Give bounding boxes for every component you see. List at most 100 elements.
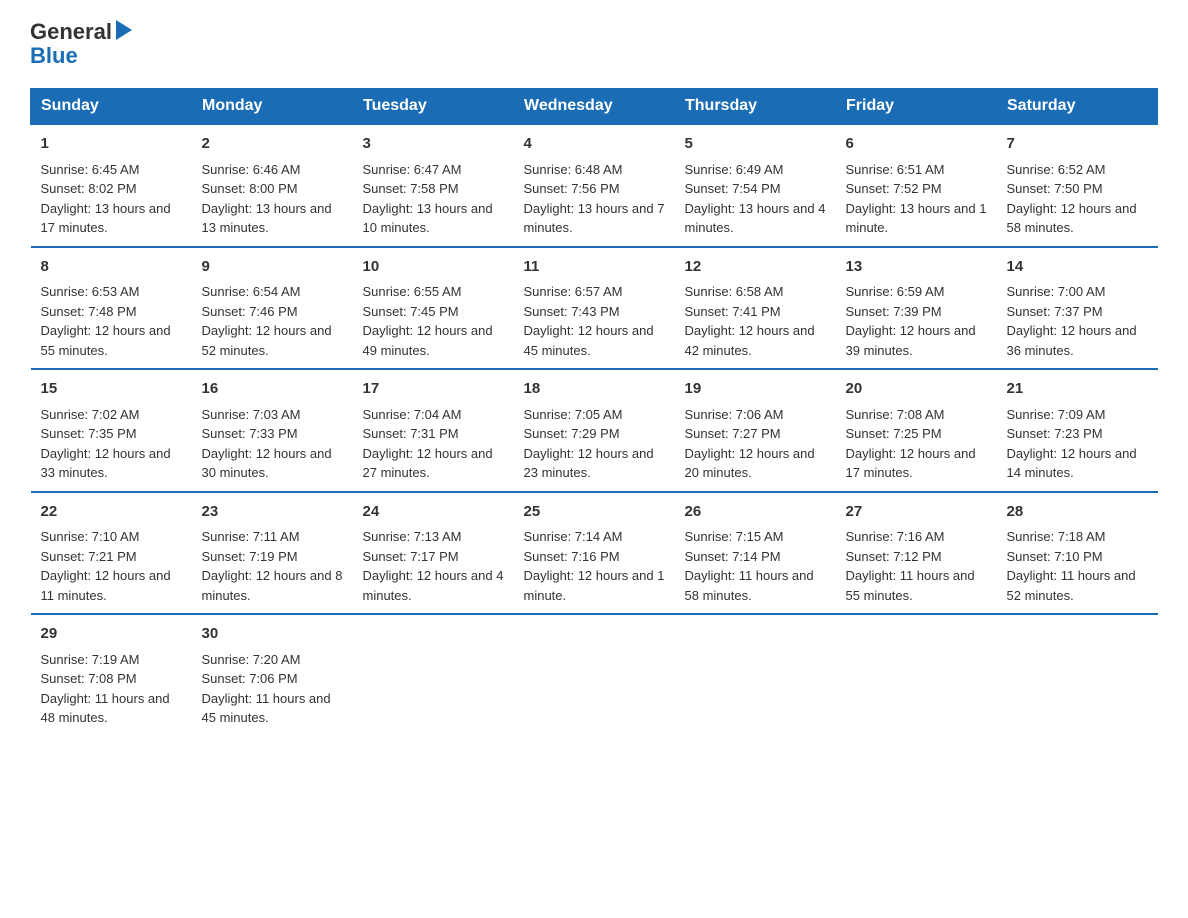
day-info: Sunrise: 6:58 AMSunset: 7:41 PMDaylight:… (685, 282, 826, 360)
col-tuesday: Tuesday (353, 89, 514, 125)
day-cell: 6 Sunrise: 6:51 AMSunset: 7:52 PMDaylight… (836, 124, 997, 247)
day-number: 16 (202, 378, 343, 401)
day-cell: 13 Sunrise: 6:59 AMSunset: 7:39 PMDayligh… (836, 247, 997, 370)
logo-text: General Blue (30, 20, 132, 68)
day-cell: 26 Sunrise: 7:15 AMSunset: 7:14 PMDayligh… (675, 492, 836, 615)
day-number: 21 (1007, 378, 1148, 401)
day-info: Sunrise: 7:00 AMSunset: 7:37 PMDaylight:… (1007, 282, 1148, 360)
day-cell (836, 614, 997, 736)
col-sunday: Sunday (31, 89, 192, 125)
day-cell: 8Sunrise: 6:53 AMSunset: 7:48 PMDaylight… (31, 247, 192, 370)
day-number: 11 (524, 256, 665, 279)
day-number: 30 (202, 623, 343, 646)
day-info: Sunrise: 6:51 AMSunset: 7:52 PMDaylight:… (846, 160, 987, 238)
day-number: 5 (685, 133, 826, 156)
day-number: 10 (363, 256, 504, 279)
day-cell: 21Sunrise: 7:09 AMSunset: 7:23 PMDayligh… (997, 369, 1158, 492)
day-info: Sunrise: 7:05 AMSunset: 7:29 PMDaylight:… (524, 405, 665, 483)
day-number: 4 (524, 133, 665, 156)
day-number: 1 (41, 133, 182, 156)
day-number: 17 (363, 378, 504, 401)
day-info: Sunrise: 6:57 AMSunset: 7:43 PMDaylight:… (524, 282, 665, 360)
day-info: Sunrise: 7:11 AMSunset: 7:19 PMDaylight:… (202, 527, 343, 605)
day-cell: 29 Sunrise: 7:19 AMSunset: 7:08 PMDayligh… (31, 614, 192, 736)
day-cell (514, 614, 675, 736)
day-cell: 16 Sunrise: 7:03 AMSunset: 7:33 PMDayligh… (192, 369, 353, 492)
day-cell: 14Sunrise: 7:00 AMSunset: 7:37 PMDayligh… (997, 247, 1158, 370)
day-cell: 12 Sunrise: 6:58 AMSunset: 7:41 PMDayligh… (675, 247, 836, 370)
day-number: 20 (846, 378, 987, 401)
day-number: 23 (202, 501, 343, 524)
day-cell: 28 Sunrise: 7:18 AMSunset: 7:10 PMDayligh… (997, 492, 1158, 615)
week-row-2: 8Sunrise: 6:53 AMSunset: 7:48 PMDaylight… (31, 247, 1158, 370)
day-number: 24 (363, 501, 504, 524)
day-cell: 11 Sunrise: 6:57 AMSunset: 7:43 PMDayligh… (514, 247, 675, 370)
day-number: 3 (363, 133, 504, 156)
calendar-table: Sunday Monday Tuesday Wednesday Thursday… (30, 88, 1158, 736)
day-cell: 4 Sunrise: 6:48 AMSunset: 7:56 PMDaylight… (514, 124, 675, 247)
day-info: Sunrise: 7:19 AMSunset: 7:08 PMDaylight:… (41, 650, 182, 728)
day-cell: 15 Sunrise: 7:02 AMSunset: 7:35 PMDayligh… (31, 369, 192, 492)
day-cell: 10 Sunrise: 6:55 AMSunset: 7:45 PMDayligh… (353, 247, 514, 370)
day-cell: 18 Sunrise: 7:05 AMSunset: 7:29 PMDayligh… (514, 369, 675, 492)
day-number: 18 (524, 378, 665, 401)
day-cell: 5Sunrise: 6:49 AMSunset: 7:54 PMDaylight… (675, 124, 836, 247)
day-info: Sunrise: 7:14 AMSunset: 7:16 PMDaylight:… (524, 527, 665, 605)
day-info: Sunrise: 7:16 AMSunset: 7:12 PMDaylight:… (846, 527, 987, 605)
day-number: 9 (202, 256, 343, 279)
logo: General Blue (30, 20, 132, 68)
day-number: 25 (524, 501, 665, 524)
day-number: 29 (41, 623, 182, 646)
col-wednesday: Wednesday (514, 89, 675, 125)
day-cell: 3 Sunrise: 6:47 AMSunset: 7:58 PMDaylight… (353, 124, 514, 247)
day-number: 2 (202, 133, 343, 156)
day-number: 27 (846, 501, 987, 524)
col-thursday: Thursday (675, 89, 836, 125)
day-info: Sunrise: 6:47 AMSunset: 7:58 PMDaylight:… (363, 160, 504, 238)
day-info: Sunrise: 6:52 AMSunset: 7:50 PMDaylight:… (1007, 160, 1148, 238)
day-cell: 7 Sunrise: 6:52 AMSunset: 7:50 PMDaylight… (997, 124, 1158, 247)
col-friday: Friday (836, 89, 997, 125)
day-cell: 25 Sunrise: 7:14 AMSunset: 7:16 PMDayligh… (514, 492, 675, 615)
day-cell: 22 Sunrise: 7:10 AMSunset: 7:21 PMDayligh… (31, 492, 192, 615)
day-cell (997, 614, 1158, 736)
day-cell: 19Sunrise: 7:06 AMSunset: 7:27 PMDayligh… (675, 369, 836, 492)
day-info: Sunrise: 6:45 AMSunset: 8:02 PMDaylight:… (41, 160, 182, 238)
week-row-4: 22 Sunrise: 7:10 AMSunset: 7:21 PMDayligh… (31, 492, 1158, 615)
day-info: Sunrise: 6:55 AMSunset: 7:45 PMDaylight:… (363, 282, 504, 360)
day-info: Sunrise: 7:15 AMSunset: 7:14 PMDaylight:… (685, 527, 826, 605)
day-info: Sunrise: 7:06 AMSunset: 7:27 PMDaylight:… (685, 405, 826, 483)
day-info: Sunrise: 6:54 AMSunset: 7:46 PMDaylight:… (202, 282, 343, 360)
day-number: 15 (41, 378, 182, 401)
day-info: Sunrise: 6:53 AMSunset: 7:48 PMDaylight:… (41, 282, 182, 360)
day-info: Sunrise: 7:18 AMSunset: 7:10 PMDaylight:… (1007, 527, 1148, 605)
day-info: Sunrise: 7:20 AMSunset: 7:06 PMDaylight:… (202, 650, 343, 728)
page-header: General Blue (30, 20, 1158, 68)
col-saturday: Saturday (997, 89, 1158, 125)
day-cell (675, 614, 836, 736)
day-cell (353, 614, 514, 736)
day-info: Sunrise: 7:08 AMSunset: 7:25 PMDaylight:… (846, 405, 987, 483)
day-info: Sunrise: 7:10 AMSunset: 7:21 PMDaylight:… (41, 527, 182, 605)
day-number: 12 (685, 256, 826, 279)
day-info: Sunrise: 7:04 AMSunset: 7:31 PMDaylight:… (363, 405, 504, 483)
day-number: 13 (846, 256, 987, 279)
day-info: Sunrise: 6:46 AMSunset: 8:00 PMDaylight:… (202, 160, 343, 238)
week-row-3: 15 Sunrise: 7:02 AMSunset: 7:35 PMDayligh… (31, 369, 1158, 492)
day-info: Sunrise: 7:03 AMSunset: 7:33 PMDaylight:… (202, 405, 343, 483)
day-number: 26 (685, 501, 826, 524)
week-row-5: 29 Sunrise: 7:19 AMSunset: 7:08 PMDayligh… (31, 614, 1158, 736)
day-info: Sunrise: 6:48 AMSunset: 7:56 PMDaylight:… (524, 160, 665, 238)
day-number: 6 (846, 133, 987, 156)
day-info: Sunrise: 6:59 AMSunset: 7:39 PMDaylight:… (846, 282, 987, 360)
day-number: 28 (1007, 501, 1148, 524)
day-number: 7 (1007, 133, 1148, 156)
calendar-header-row: Sunday Monday Tuesday Wednesday Thursday… (31, 89, 1158, 125)
day-cell: 23 Sunrise: 7:11 AMSunset: 7:19 PMDayligh… (192, 492, 353, 615)
day-cell: 27 Sunrise: 7:16 AMSunset: 7:12 PMDayligh… (836, 492, 997, 615)
day-info: Sunrise: 7:13 AMSunset: 7:17 PMDaylight:… (363, 527, 504, 605)
day-number: 22 (41, 501, 182, 524)
day-cell: 9 Sunrise: 6:54 AMSunset: 7:46 PMDaylight… (192, 247, 353, 370)
day-info: Sunrise: 7:02 AMSunset: 7:35 PMDaylight:… (41, 405, 182, 483)
col-monday: Monday (192, 89, 353, 125)
